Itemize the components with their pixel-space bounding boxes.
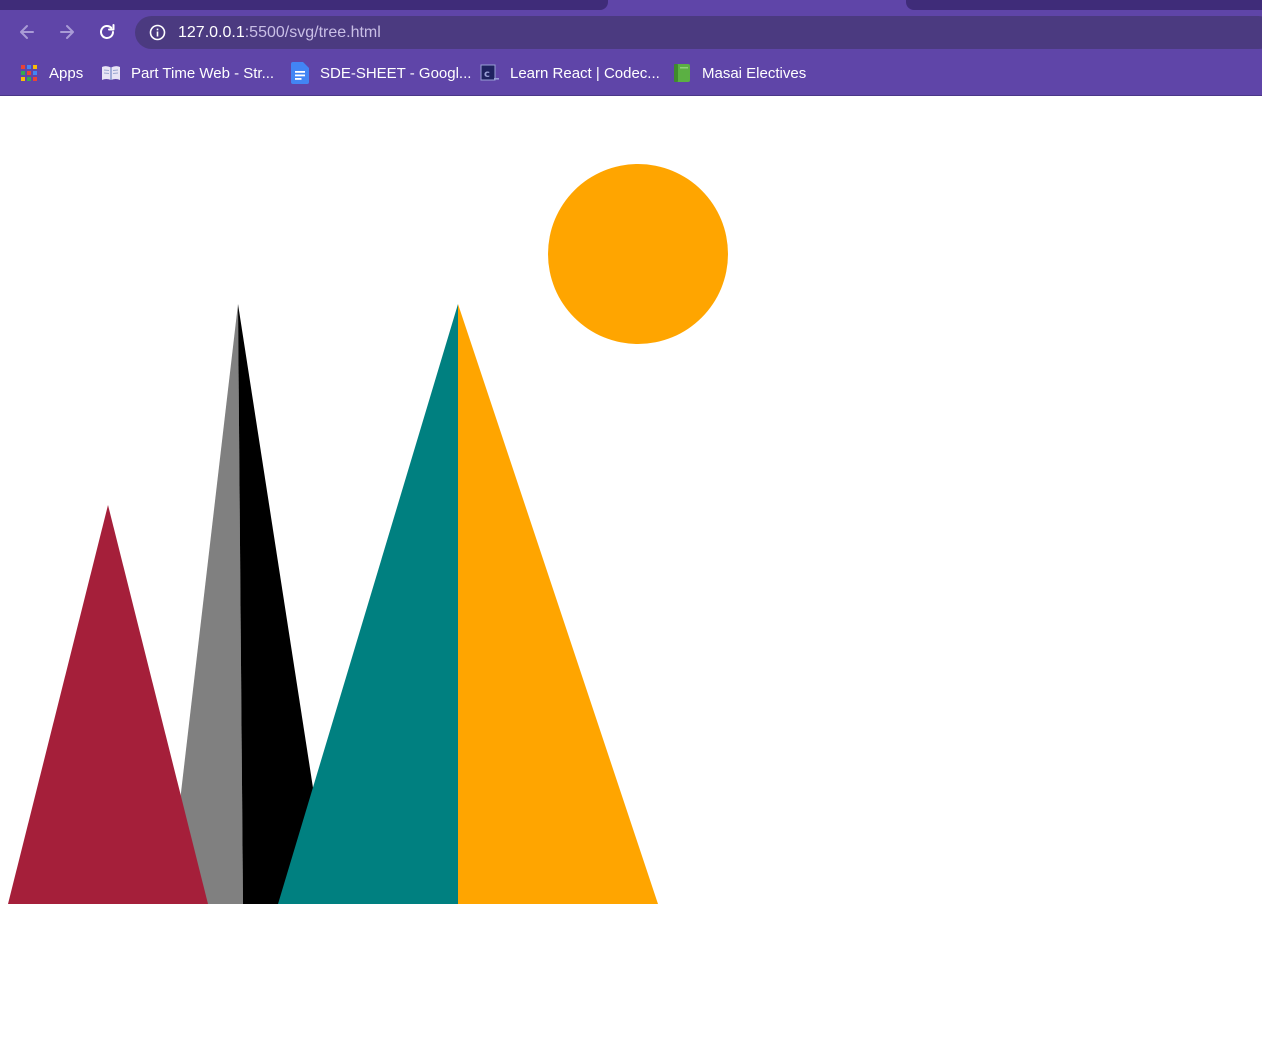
browser-tab[interactable]: [0, 0, 608, 10]
crimson-peak: [8, 505, 208, 904]
address-bar[interactable]: 127.0.0.1:5500/svg/tree.html: [135, 16, 1262, 49]
bookmark-learn-react[interactable]: c Learn React | Codec...: [480, 61, 660, 85]
bookmarks-bar: Apps Part Time Web - Str... SDE-SHEET - …: [0, 57, 1262, 89]
reload-button[interactable]: [93, 18, 121, 46]
bookmark-sde-sheet[interactable]: SDE-SHEET - Googl...: [290, 61, 471, 85]
browser-chrome: 127.0.0.1:5500/svg/tree.html Apps Part T…: [0, 0, 1262, 96]
bookmark-label: Learn React | Codec...: [510, 64, 660, 82]
google-docs-icon: [290, 62, 310, 84]
bookmark-label: Part Time Web - Str...: [131, 64, 275, 82]
arrow-left-icon: [20, 25, 34, 39]
browser-tab[interactable]: [906, 0, 1262, 10]
back-button[interactable]: [13, 18, 41, 46]
arrow-right-icon: [60, 25, 74, 39]
green-book-icon: [672, 63, 692, 83]
teal-peak-left-face: [278, 304, 458, 904]
bookmark-label: Masai Electives: [702, 64, 807, 82]
page-content: [0, 96, 1262, 1037]
book-icon: [101, 63, 121, 83]
bookmark-apps[interactable]: Apps: [19, 61, 83, 85]
bookmark-label: Apps: [49, 64, 84, 82]
forward-button[interactable]: [53, 18, 81, 46]
sun-circle: [548, 164, 728, 344]
svg-text:c: c: [484, 69, 490, 80]
orange-peak-right-face: [458, 304, 658, 904]
apps-grid-icon: [19, 63, 39, 83]
bookmark-part-time-web[interactable]: Part Time Web - Str...: [101, 61, 274, 85]
mountain-scene: [8, 164, 728, 904]
url-path: :5500/svg/tree.html: [244, 24, 381, 41]
bookmark-masai-electives[interactable]: Masai Electives: [672, 61, 806, 85]
url-text[interactable]: 127.0.0.1:5500/svg/tree.html: [178, 23, 381, 42]
tab-strip: [0, 0, 1262, 10]
browser-toolbar: 127.0.0.1:5500/svg/tree.html: [0, 10, 1262, 55]
info-icon[interactable]: [149, 24, 166, 41]
codecademy-icon: c: [480, 63, 500, 83]
url-host: 127.0.0.1: [178, 24, 245, 41]
bookmark-label: SDE-SHEET - Googl...: [320, 64, 472, 82]
reload-icon: [100, 24, 115, 39]
